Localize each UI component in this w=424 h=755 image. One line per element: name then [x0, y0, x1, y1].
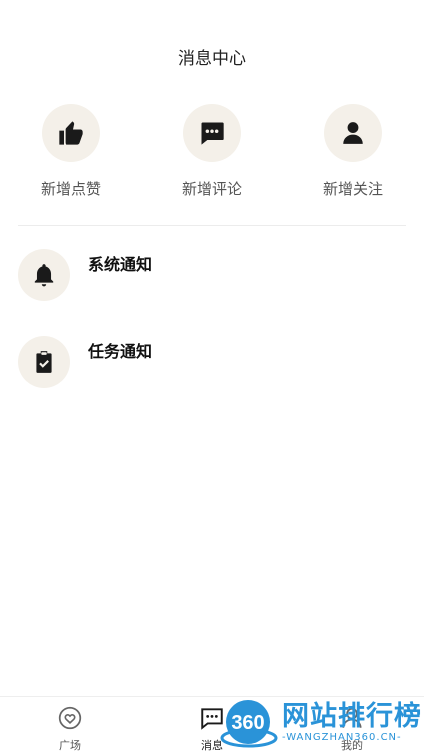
new-follows-label: 新增关注: [322, 180, 383, 198]
bell-icon: [18, 249, 70, 301]
comment-icon: [183, 104, 241, 162]
tab-square-label: 广场: [59, 739, 81, 752]
person-icon: [324, 104, 382, 162]
watermark-title: 网站排行榜: [282, 701, 422, 732]
watermark: 360 网站排行榜 -WANGZHAN360.CN-: [214, 694, 424, 755]
watermark-logo: 360: [220, 700, 278, 748]
task-notice-title: 任务通知: [88, 342, 153, 361]
task-notice-item[interactable]: 任务通知: [18, 336, 406, 388]
new-follows-button[interactable]: 新增关注: [293, 104, 413, 199]
heart-chat-icon: [58, 706, 82, 730]
page-title: 消息中心: [178, 49, 246, 69]
new-comments-button[interactable]: 新增评论: [152, 104, 272, 199]
new-comments-label: 新增评论: [181, 180, 242, 198]
thumb-up-icon: [42, 104, 100, 162]
clipboard-check-icon: [18, 336, 70, 388]
watermark-subtitle: -WANGZHAN360.CN-: [282, 732, 402, 743]
new-likes-label: 新增点赞: [40, 180, 101, 198]
tab-square[interactable]: 广场: [40, 705, 100, 753]
svg-text:360: 360: [231, 712, 264, 734]
system-notice-title: 系统通知: [88, 255, 153, 274]
system-notice-item[interactable]: 系统通知: [18, 249, 406, 301]
divider: [18, 225, 406, 226]
new-likes-button[interactable]: 新增点赞: [11, 104, 131, 199]
quick-actions: 新增点赞 新增评论 新增关注: [0, 104, 424, 204]
